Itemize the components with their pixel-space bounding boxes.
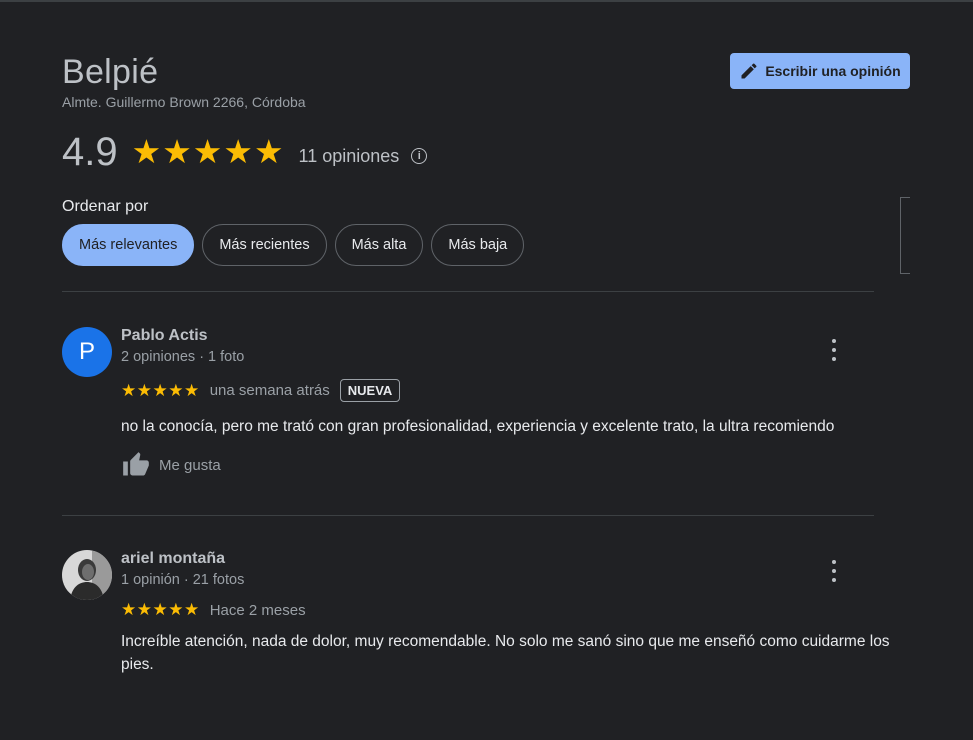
info-icon[interactable]: i — [411, 148, 428, 164]
rating-summary: 4.9 ★★★★★ 11 opiniones i — [62, 130, 428, 174]
review-rating: ★★★★★ una semana atrás NUEVA — [121, 379, 401, 402]
place-title: Belpié — [62, 53, 159, 91]
review-stars: ★★★★★ — [121, 600, 200, 619]
average-stars: ★★★★★ — [131, 133, 285, 170]
top-border — [0, 0, 973, 2]
sort-chip-recent[interactable]: Más recientes — [202, 224, 327, 266]
sort-chip-relevant[interactable]: Más relevantes — [62, 224, 195, 266]
profile-photo — [62, 550, 112, 600]
place-address: Almte. Guillermo Brown 2266, Córdoba — [62, 94, 306, 110]
scroll-indicator — [900, 197, 910, 274]
sort-chip-highest[interactable]: Más alta — [334, 224, 424, 266]
review-time: una semana atrás — [209, 382, 330, 399]
new-badge: NUEVA — [339, 379, 401, 402]
write-review-button[interactable]: Escribir una opinión — [730, 53, 910, 89]
reviewer-meta: 2 opiniones · 1 foto — [121, 349, 245, 365]
review-text: no la conocía, pero me trató con gran pr… — [121, 418, 835, 435]
avatar[interactable] — [62, 550, 112, 600]
sort-chip-lowest[interactable]: Más baja — [431, 224, 525, 266]
divider — [62, 291, 874, 292]
pencil-icon — [741, 63, 757, 79]
like-label: Me gusta — [159, 456, 221, 474]
review-stars: ★★★★★ — [121, 380, 200, 400]
sort-chips: Más relevantes Más recientes Más alta Má… — [62, 224, 525, 266]
more-options-icon[interactable] — [828, 339, 840, 361]
like-button[interactable]: Me gusta — [121, 451, 221, 479]
reviewer-name[interactable]: ariel montaña — [121, 550, 225, 568]
review-rating: ★★★★★ Hace 2 meses — [121, 600, 306, 620]
avatar[interactable]: P — [62, 327, 112, 377]
write-review-label: Escribir una opinión — [765, 63, 901, 79]
divider — [62, 515, 874, 516]
review-time: Hace 2 meses — [209, 601, 306, 619]
sort-label: Ordenar por — [62, 198, 149, 215]
average-rating: 4.9 — [62, 130, 118, 174]
more-options-icon[interactable] — [828, 560, 840, 582]
review-count: 11 opiniones — [298, 145, 400, 166]
reviewer-name[interactable]: Pablo Actis — [121, 327, 208, 345]
thumbs-up-icon — [123, 452, 149, 476]
review-card: P Pablo Actis 2 opiniones · 1 foto ★★★★★… — [62, 327, 892, 497]
reviewer-meta: 1 opinión · 21 fotos — [121, 572, 245, 588]
review-text: Increíble atención, nada de dolor, muy r… — [121, 633, 890, 673]
review-card: ariel montaña 1 opinión · 21 fotos ★★★★★… — [62, 550, 892, 740]
